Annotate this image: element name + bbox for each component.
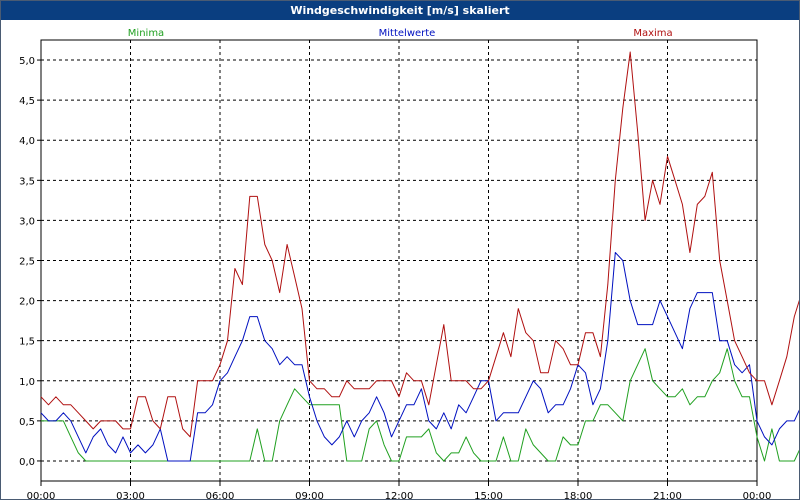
x-tick-time-label: 09:00 [295, 491, 324, 499]
series-line-mittelwerte [40, 252, 799, 462]
y-tick-label: 3,5 [19, 176, 35, 187]
legend-label-maxima: Maxima [633, 28, 672, 39]
y-tick-label: 1,0 [19, 377, 35, 388]
series-line-maxima [40, 51, 799, 438]
x-tick-time-label: 00:00 [743, 491, 772, 499]
x-tick-time-label: 12:00 [385, 491, 414, 499]
y-tick-label: 1,5 [19, 337, 35, 348]
wind-speed-chart: 0,00,51,01,52,02,53,03,54,04,55,0 00:001… [19, 28, 799, 499]
legend-label-mittelwerte: Mittelwerte [379, 28, 436, 39]
x-tick-time-label: 21:00 [653, 491, 682, 499]
y-tick-label: 5,0 [19, 56, 35, 67]
grid [41, 40, 757, 481]
x-axis-ticks: 00:0012.12.0803:0012.12.0806:0012.12.080… [27, 481, 772, 499]
x-tick-time-label: 18:00 [564, 491, 593, 499]
y-axis-ticks: 0,0 0,5 1,0 1,5 2,0 2,5 3,0 3,5 4,0 4,5 5,0 [19, 56, 41, 468]
series-layer [40, 51, 799, 462]
y-tick-label: 3,0 [19, 216, 35, 227]
y-tick-label: 0,5 [19, 417, 35, 428]
y-tick-label: 2,0 [19, 297, 35, 308]
series-line-minima [41, 348, 799, 462]
x-tick-time-label: 00:00 [27, 491, 56, 499]
chart-window: Windgeschwindigkeit [m/s] skaliert 0,0 0,… [0, 0, 800, 500]
y-tick-label: 4,0 [19, 136, 35, 147]
y-tick-label: 4,5 [19, 96, 35, 107]
x-tick-time-label: 06:00 [206, 491, 235, 499]
x-tick-time-label: 03:00 [116, 491, 145, 499]
legend: Minima Mittelwerte Maxima [128, 28, 673, 39]
legend-label-minima: Minima [128, 28, 164, 39]
chart-title: Windgeschwindigkeit [m/s] skaliert [1, 1, 799, 20]
y-tick-label: 0,0 [19, 457, 35, 468]
x-tick-time-label: 15:00 [474, 491, 503, 499]
y-tick-label: 2,5 [19, 257, 35, 268]
